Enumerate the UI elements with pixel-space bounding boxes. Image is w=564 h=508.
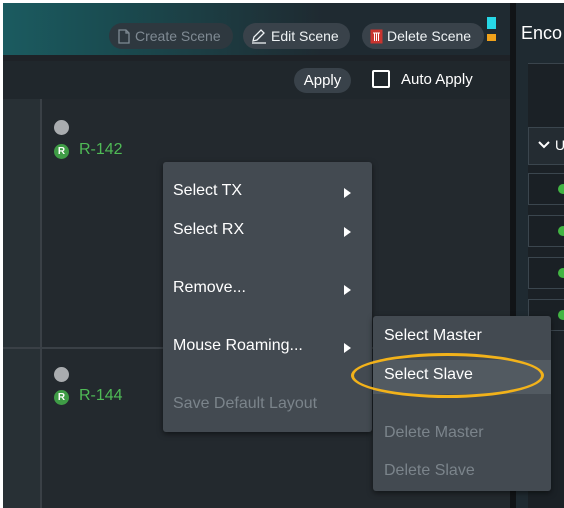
mouse-roaming-submenu: Select Master Select Slave Delete Master… — [373, 316, 551, 491]
scene-toolbar: Create Scene Edit Scene Delete Scene — [3, 3, 510, 55]
menu-item-select-rx[interactable]: Select RX — [173, 221, 244, 239]
online-status-icon — [558, 184, 564, 194]
receiver-label[interactable]: R-144 — [79, 387, 123, 405]
menu-item-select-master[interactable]: Select Master — [384, 327, 482, 345]
app-window: Create Scene Edit Scene Delete Scene Enc… — [3, 3, 564, 508]
edit-scene-button[interactable]: Edit Scene — [243, 23, 350, 49]
encoder-list-item[interactable] — [528, 257, 564, 289]
status-dot-icon — [54, 120, 69, 135]
menu-item-mouse-roaming[interactable]: Mouse Roaming... — [173, 337, 303, 355]
delete-scene-label: Delete Scene — [387, 28, 472, 44]
receiver-badge-icon: R — [54, 144, 69, 159]
auto-apply-label[interactable]: Auto Apply — [401, 71, 473, 88]
menu-item-select-tx[interactable]: Select TX — [173, 182, 242, 200]
submenu-arrow-icon — [344, 227, 351, 237]
layout-cell[interactable] — [3, 349, 40, 508]
online-status-icon — [558, 226, 564, 236]
menu-item-save-default-layout: Save Default Layout — [173, 395, 318, 412]
submenu-arrow-icon — [344, 343, 351, 353]
apply-bar: Apply Auto Apply — [3, 61, 510, 99]
encoder-list-item[interactable] — [528, 215, 564, 247]
auto-apply-checkbox[interactable] — [372, 70, 390, 88]
grid-divider — [40, 99, 42, 508]
encoder-panel-title: Enco — [521, 23, 563, 43]
annotation-highlight-ring — [351, 353, 544, 398]
encoder-group-header[interactable]: U — [528, 127, 564, 165]
submenu-arrow-icon — [344, 285, 351, 295]
apply-button[interactable]: Apply — [294, 68, 351, 93]
chevron-down-icon[interactable] — [538, 137, 550, 153]
menu-item-delete-slave: Delete Slave — [384, 462, 475, 479]
receiver-badge-icon: R — [54, 390, 69, 405]
create-scene-label: Create Scene — [135, 28, 221, 44]
trash-icon — [370, 29, 383, 44]
status-indicator-orange — [487, 34, 496, 41]
create-scene-button[interactable]: Create Scene — [109, 23, 233, 49]
encoder-group-label: U — [555, 137, 564, 153]
edit-pencil-icon — [251, 28, 267, 44]
status-indicator-cyan — [487, 17, 496, 29]
edit-scene-label: Edit Scene — [271, 28, 339, 44]
menu-item-remove[interactable]: Remove... — [173, 279, 246, 297]
status-dot-icon — [54, 367, 69, 382]
submenu-arrow-icon — [344, 188, 351, 198]
delete-scene-button[interactable]: Delete Scene — [362, 23, 484, 49]
layout-cell[interactable] — [3, 99, 40, 347]
encoder-list-item[interactable] — [528, 173, 564, 205]
new-document-icon — [117, 28, 131, 44]
menu-item-delete-master: Delete Master — [384, 424, 484, 441]
receiver-label[interactable]: R-142 — [79, 141, 123, 159]
online-status-icon — [558, 310, 564, 320]
context-menu: Select TX Select RX Remove... Mouse Roam… — [163, 162, 372, 432]
online-status-icon — [558, 268, 564, 278]
